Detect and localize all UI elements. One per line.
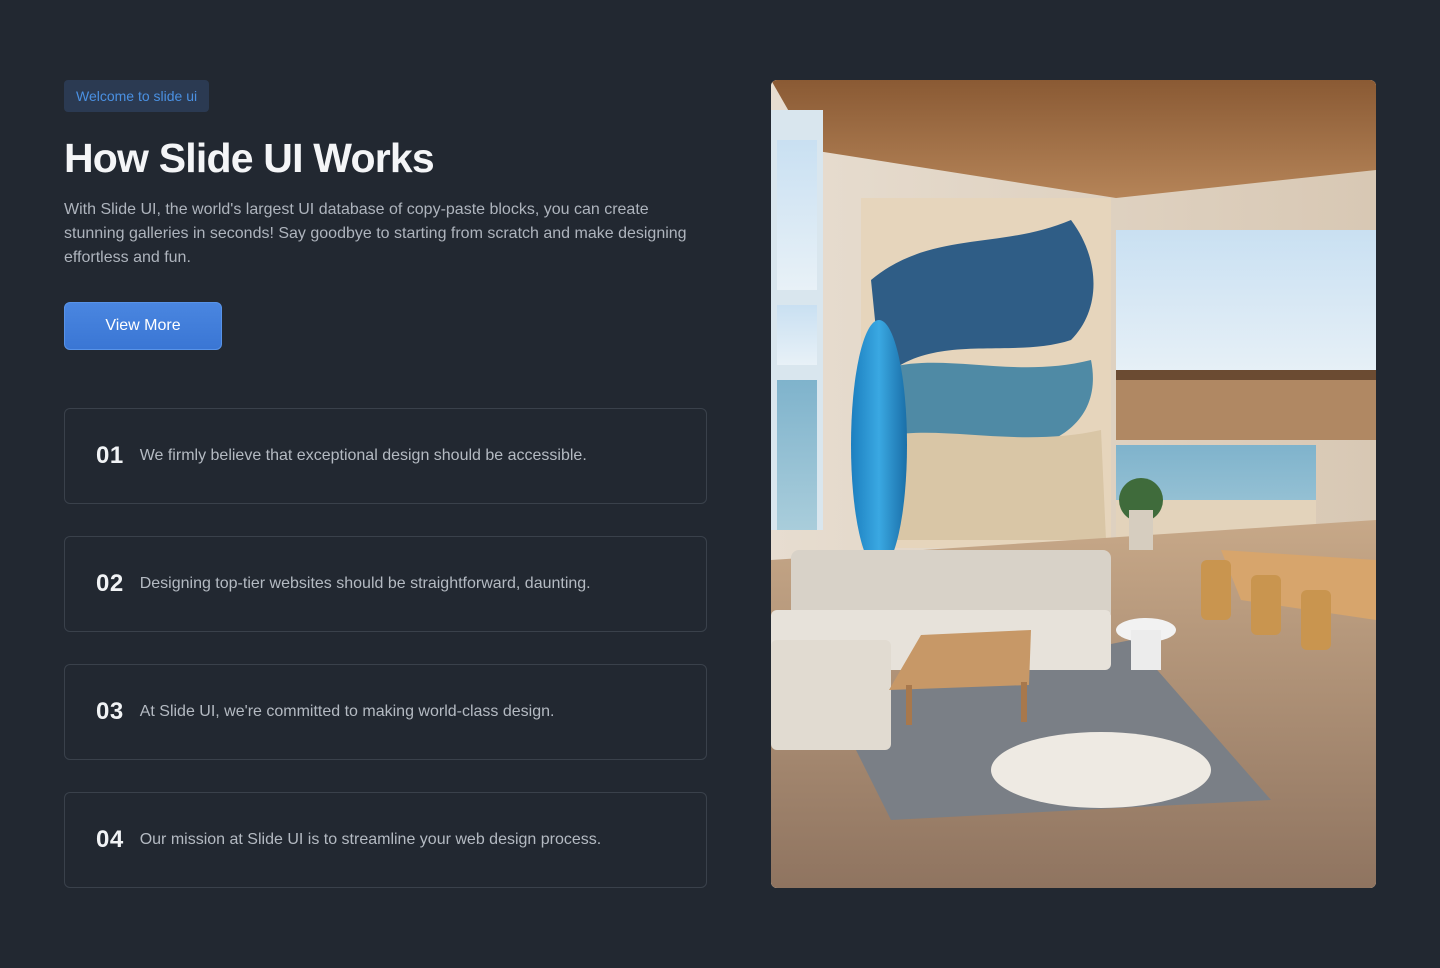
feature-list: 01 We firmly believe that exceptional de… <box>64 408 707 920</box>
interior-photo <box>771 80 1376 888</box>
page-title: How Slide UI Works <box>64 135 435 181</box>
feature-number: 01 <box>96 442 124 469</box>
hero-section: Welcome to slide ui How Slide UI Works W… <box>64 80 707 350</box>
feature-text: At Slide UI, we're committed to making w… <box>139 703 555 720</box>
feature-card: 04 Our mission at Slide UI is to streaml… <box>64 792 707 888</box>
feature-text: Our mission at Slide UI is to streamline… <box>139 831 602 848</box>
feature-number: 02 <box>96 570 124 597</box>
feature-number: 03 <box>96 698 124 725</box>
feature-text: Designing top-tier websites should be st… <box>139 575 591 592</box>
hero-description: With Slide UI, the world's largest UI da… <box>64 201 687 266</box>
view-more-button[interactable]: View More <box>64 302 222 350</box>
interior-illustration <box>771 80 1376 888</box>
feature-card: 03 At Slide UI, we're committed to makin… <box>64 664 707 760</box>
feature-card: 02 Designing top-tier websites should be… <box>64 536 707 632</box>
feature-text: We firmly believe that exceptional desig… <box>139 447 587 464</box>
feature-number: 04 <box>96 826 124 853</box>
welcome-badge: Welcome to slide ui <box>64 80 210 112</box>
page: Welcome to slide ui How Slide UI Works W… <box>0 0 1440 968</box>
feature-card: 01 We firmly believe that exceptional de… <box>64 408 707 504</box>
